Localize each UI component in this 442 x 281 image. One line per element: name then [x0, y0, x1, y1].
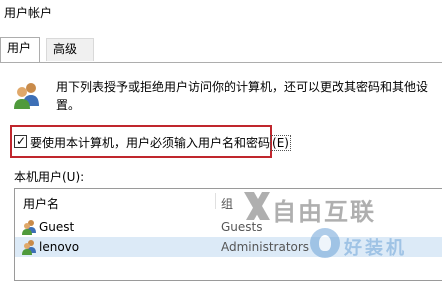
column-header-username[interactable]: 用户名 [23, 195, 59, 212]
users-list[interactable]: 用户名 组 Guest Guests lenovo Administrators [14, 188, 442, 281]
title-bar: 用户帐户 [0, 0, 442, 22]
tab-users[interactable]: 用户 [0, 37, 40, 62]
column-header-group[interactable]: 组 [221, 195, 233, 212]
table-row-selected[interactable]: lenovo Administrators [15, 237, 442, 257]
require-password-checkbox[interactable]: ✓ [14, 134, 27, 148]
user-icon [22, 240, 36, 255]
description-text: 用下列表授予或拒绝用户访问你的计算机，还可以更改其密码和其他设置。 [56, 80, 429, 112]
user-icon [22, 220, 36, 235]
row-group: Guests [221, 220, 263, 234]
row-username: lenovo [39, 240, 80, 254]
require-password-label[interactable]: 要使用本计算机，用户必须输入用户名和密码 (E) [30, 134, 291, 151]
table-row[interactable]: Guest Guests [15, 217, 442, 237]
list-header: 用户名 组 [15, 189, 442, 213]
checkmark-icon: ✓ [16, 134, 27, 148]
window-title: 用户帐户 [4, 6, 53, 20]
users-icon [14, 83, 39, 109]
require-password-mnemonic: (E) [270, 135, 291, 151]
tab-advanced[interactable]: 高级 [46, 38, 94, 61]
local-users-label: 本机用户(U): [14, 170, 85, 184]
row-group: Administrators [221, 240, 310, 254]
require-password-text: 要使用本计算机，用户必须输入用户名和密码 [30, 136, 271, 150]
row-username: Guest [39, 220, 75, 234]
column-divider[interactable] [215, 193, 216, 209]
tab-strip: 用户 高级 [0, 37, 442, 62]
